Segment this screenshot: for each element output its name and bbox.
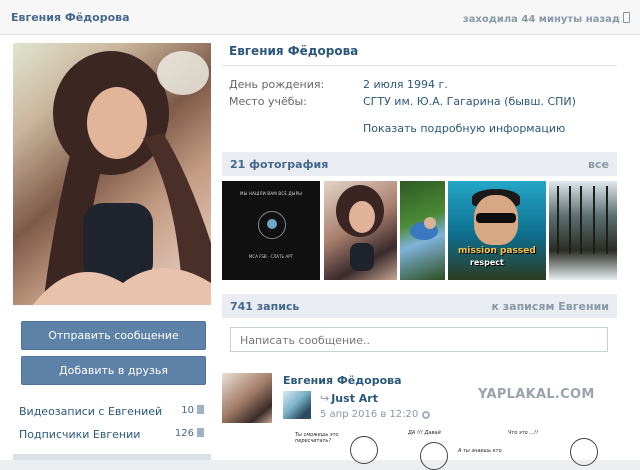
photo-image — [410, 217, 438, 240]
profile-avatar[interactable] — [13, 43, 211, 305]
wall-header[interactable]: 741 запись к записям Евгении — [222, 294, 617, 318]
wall-all-link[interactable]: к записям Евгении — [491, 300, 609, 313]
photos-header[interactable]: 21 фотография все — [222, 152, 617, 176]
sidebar-divider — [13, 454, 211, 460]
wall-count[interactable]: 741 запись — [230, 300, 299, 313]
birthday-label: День рождения: — [229, 78, 325, 91]
photo-thumb[interactable]: МЫ НАШЛИ ВАМ ВСЕ ДЫРЫ МСА FSB · СЛАТЬ АР… — [222, 181, 320, 280]
wall-post-input[interactable]: Написать сообщение.. — [230, 327, 608, 352]
header-name[interactable]: Евгения Фёдорова — [11, 11, 130, 24]
followers-link[interactable]: Подписчики Евгении 126 — [19, 428, 204, 441]
divider — [222, 65, 617, 66]
repost-arrow-icon: ↪ — [320, 392, 330, 405]
video-icon — [197, 405, 204, 414]
photo-image — [336, 185, 384, 271]
education-label: Место учёбы: — [229, 95, 307, 108]
post-date[interactable]: 5 апр 2016 в 12:20 — [320, 409, 431, 420]
mission-passed-text: mission passed — [458, 246, 536, 256]
sunglasses-icon — [476, 213, 516, 223]
show-more-info-link[interactable]: Показать подробную информацию — [363, 122, 565, 135]
birthday-value[interactable]: 2 июля 1994 г. — [363, 78, 448, 91]
photo-thumb[interactable]: mission passed respect — [448, 181, 546, 280]
post-author-avatar[interactable] — [222, 373, 272, 423]
photo-thumb[interactable] — [400, 181, 445, 280]
last-seen-status: заходила 44 минуты назад — [463, 12, 630, 25]
photo-caption: МЫ НАШЛИ ВАМ ВСЕ ДЫРЫ — [240, 191, 302, 196]
videos-link[interactable]: Видеозаписи с Евгенией 10 — [19, 405, 204, 418]
mobile-phone-icon — [623, 12, 630, 23]
photos-count[interactable]: 21 фотография — [230, 158, 328, 171]
photo-caption-bottom: МСА FSB · СЛАТЬ АРТ — [248, 254, 294, 259]
respect-text: respect — [470, 258, 504, 267]
repost-source-link[interactable]: ↪ Just Art — [320, 392, 378, 405]
post-author-name[interactable]: Евгения Фёдорова — [283, 374, 402, 387]
repost-source-avatar[interactable] — [283, 391, 311, 419]
education-value[interactable]: СГТУ им. Ю.А. Гагарина (бывш. СПИ) — [363, 95, 576, 108]
photo-thumb[interactable] — [549, 181, 617, 280]
emblem-icon — [258, 211, 286, 239]
post-comic-image[interactable]: Ты сможешь это пересчитать? ДА !!! Давай… — [270, 428, 618, 470]
avatar-photo — [33, 51, 211, 305]
watermark: YAPLAKAL.COM — [478, 387, 595, 402]
settings-icon — [422, 411, 431, 419]
photo-thumb[interactable] — [324, 181, 397, 280]
top-bar: Евгения Фёдорова заходила 44 минуты наза… — [0, 0, 640, 35]
send-message-button[interactable]: Отправить сообщение — [21, 321, 206, 350]
add-friend-button[interactable]: Добавить в друзья — [21, 356, 206, 385]
profile-name: Евгения Фёдорова — [229, 44, 359, 58]
photos-all-link[interactable]: все — [588, 158, 609, 171]
followers-icon — [197, 428, 204, 437]
